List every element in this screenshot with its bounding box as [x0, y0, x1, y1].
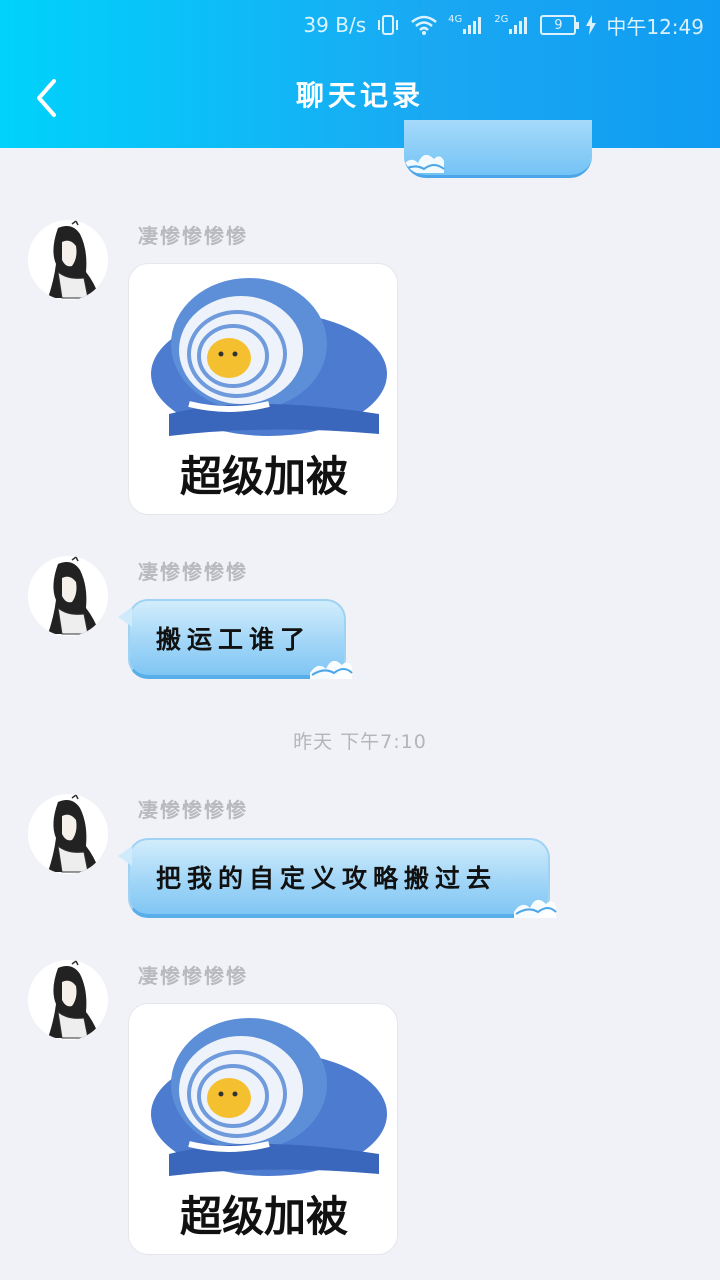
blanket-sticker-icon: [151, 278, 387, 436]
previous-message-bubble[interactable]: [404, 120, 592, 178]
header: 39 B/s 4G 2G 9 中午12:49 聊天记录: [0, 0, 720, 148]
battery-icon: 9: [540, 15, 580, 35]
avatar[interactable]: [28, 794, 108, 874]
wave-decoration-icon: [310, 660, 353, 679]
sticker-caption: 超级加被: [179, 1192, 348, 1241]
message-text: 把我的自定义攻略搬过去: [156, 864, 498, 893]
sticker-message[interactable]: 超级加被: [128, 263, 398, 515]
avatar-portrait-icon: [48, 556, 100, 635]
avatar[interactable]: [28, 960, 108, 1040]
avatar[interactable]: [28, 556, 108, 636]
timestamp: 昨天 下午7:10: [293, 731, 427, 753]
sticker-caption: 超级加被: [179, 452, 348, 501]
text-message-bubble[interactable]: 搬运工谁了: [118, 599, 353, 679]
charging-icon: [586, 15, 597, 35]
signal-2g-icon: 2G: [494, 14, 530, 36]
wave-decoration-icon: [514, 899, 557, 918]
wave-decoration-icon: [404, 154, 445, 173]
signal-4g-icon: 4G: [448, 14, 484, 36]
status-bar: 39 B/s 4G 2G 9 中午12:49: [0, 0, 720, 50]
wifi-icon: [410, 14, 438, 36]
sticker-message[interactable]: 超级加被: [128, 1003, 398, 1255]
avatar-portrait-icon: [48, 960, 100, 1039]
sender-name: 凄惨惨惨惨: [138, 224, 248, 248]
page-title: 聊天记录: [295, 79, 424, 112]
text-message-bubble[interactable]: 把我的自定义攻略搬过去: [118, 838, 557, 918]
avatar[interactable]: [28, 220, 108, 300]
network-speed: 39 B/s: [303, 13, 367, 37]
sender-name: 凄惨惨惨惨: [138, 560, 248, 584]
sender-name: 凄惨惨惨惨: [138, 964, 248, 988]
avatar-portrait-icon: [48, 794, 100, 873]
sender-name: 凄惨惨惨惨: [138, 798, 248, 822]
vibrate-icon: [376, 14, 400, 36]
message-text: 搬运工谁了: [156, 625, 312, 654]
clock: 中午12:49: [606, 14, 704, 39]
blanket-sticker-icon: [151, 1018, 387, 1176]
avatar-portrait-icon: [48, 220, 100, 299]
